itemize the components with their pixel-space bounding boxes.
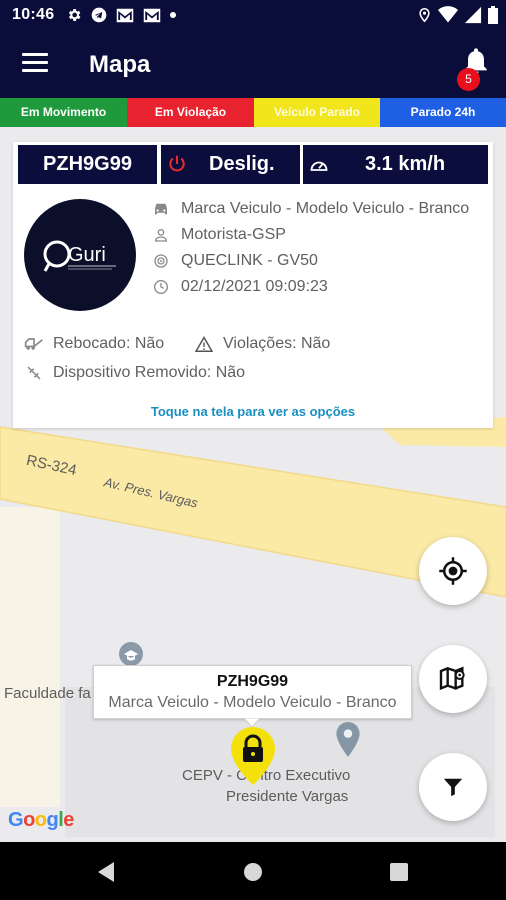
telegram-icon [91,7,107,23]
system-nav-bar [0,842,506,900]
car-icon [155,203,167,215]
location-icon [419,7,430,23]
device-removed-icon [27,366,41,380]
map-poi-pin-icon[interactable] [335,722,361,758]
menu-icon[interactable] [22,53,48,75]
page-title: Mapa [89,51,151,78]
ignition-cell: Deslig. [161,145,300,184]
vehicle-description: Marca Veiculo - Modelo Veiculo - Branco [181,200,470,217]
device-removed-row: Dispositivo Removido: Não [23,364,245,382]
dot-icon [170,12,176,18]
popup-plate: PZH9G99 [216,673,289,690]
speed-value: 3.1 km/h [365,153,446,175]
my-location-button[interactable] [419,537,487,605]
legend-moving[interactable]: Em Movimento [0,98,127,127]
battery-icon [488,6,498,24]
recents-icon[interactable] [390,863,408,881]
vehicle-info-card[interactable]: PZH9G99 Deslig. 3.1 km/h Guri Marca Veic… [13,142,493,428]
popup-model: Marca Veiculo - Modelo Veiculo - Branco [108,694,397,711]
status-legend: Em Movimento Em Violação Veículo Parado … [0,98,506,127]
clock-icon [154,280,168,294]
status-time: 10:46 [12,6,55,23]
poi-label-cepv-line2: Presidente Vargas [226,788,349,805]
app-bar: Mapa 5 [0,31,506,98]
filter-button[interactable] [419,753,487,821]
device-row: QUECLINK - GV50 [151,252,318,270]
map-layers-button[interactable] [419,645,487,713]
legend-stopped[interactable]: Veículo Parado [254,98,380,127]
home-icon[interactable] [243,862,263,882]
power-icon [169,155,185,172]
crosshair-icon [439,557,467,585]
vehicle-row: Marca Veiculo - Modelo Veiculo - Branco [151,200,469,218]
violations-status: Violações: Não [223,335,331,352]
gmail-icon [116,8,134,22]
status-notification-icons [66,7,176,23]
legend-stopped-24h[interactable]: Parado 24h [380,98,506,127]
person-icon [154,229,168,242]
driver-row: Motorista-GSP [151,226,286,244]
device-model: QUECLINK - GV50 [181,252,318,269]
logo-wordmark: Guri [68,244,106,266]
poi-label-faculdade: Faculdade fa [4,685,91,702]
tow-truck-icon [24,338,43,350]
speed-cell: 3.1 km/h [303,145,488,184]
signal-icon [464,6,482,24]
back-icon[interactable] [96,861,116,883]
vehicle-marker-lock-icon[interactable] [230,727,276,785]
popup-pointer [244,718,260,727]
status-bar: 10:46 [0,0,506,31]
google-logo: Google [8,809,74,831]
company-logo: Guri [24,199,136,311]
status-system-icons [417,6,498,24]
device-removed-status: Dispositivo Removido: Não [53,364,246,381]
datetime-row: 02/12/2021 09:09:23 [151,278,328,296]
map-layers-icon [439,666,465,691]
wifi-icon [438,6,458,23]
warning-icon [195,336,213,352]
filter-funnel-icon [443,778,463,797]
settings-icon [68,9,81,21]
last-update-datetime: 02/12/2021 09:09:23 [181,278,328,295]
violations-row: Violações: Não [193,335,330,353]
gmail-icon-2 [143,8,161,22]
driver-name: Motorista-GSP [181,226,286,243]
card-plate: PZH9G99 [18,145,157,184]
towed-status: Rebocado: Não [53,335,165,352]
towed-row: Rebocado: Não [23,335,164,353]
legend-violation[interactable]: Em Violação [127,98,254,127]
speedometer-icon [310,161,328,171]
ignition-status: Deslig. [209,153,275,175]
tracker-device-icon [154,254,168,268]
tap-for-options-hint[interactable]: Toque na tela para ver as opções [13,404,493,419]
notification-badge: 5 [457,68,480,91]
vehicle-popup[interactable]: PZH9G99 Marca Veiculo - Modelo Veiculo -… [93,665,412,719]
